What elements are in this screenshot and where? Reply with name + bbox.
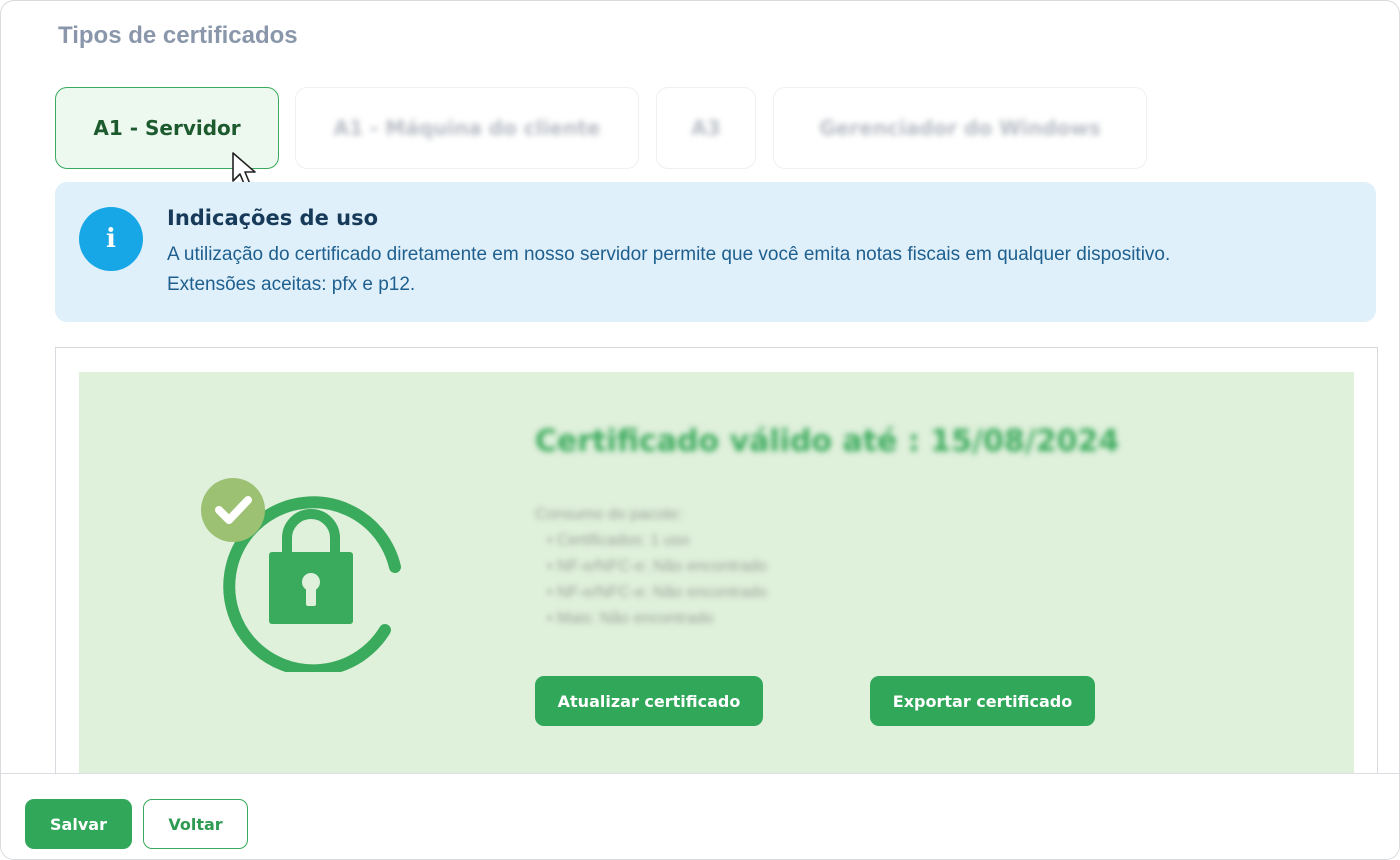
tab-label: Gerenciador do Windows [819,116,1101,140]
details-heading: Consumo do pacote: [535,506,683,523]
footer-actions: Salvar Voltar [1,773,1399,859]
info-text: A utilização do certificado diretamente … [167,240,1357,300]
update-certificate-button[interactable]: Atualizar certificado [535,676,763,726]
certificate-panel: Certificado válido até : 15/08/2024 Cons… [55,347,1378,792]
details-list: • Certificados: 1 uso • NF-e/NFC-e: Não … [535,528,895,632]
certificate-usage-details: Consumo do pacote: • Certificados: 1 uso… [535,502,895,632]
tab-label: A3 [691,116,721,140]
tab-label: A1 - Servidor [93,116,241,140]
tab-gerenciador-windows[interactable]: Gerenciador do Windows [773,87,1147,169]
section-title: Tipos de certificados [58,22,298,49]
info-title: Indicações de uso [167,206,379,230]
export-certificate-button[interactable]: Exportar certificado [870,676,1095,726]
info-icon: i [79,207,143,271]
usage-info-box: i Indicações de uso A utilização do cert… [55,182,1376,322]
save-button[interactable]: Salvar [25,799,132,849]
certificate-status-card: Certificado válido até : 15/08/2024 Cons… [79,372,1354,792]
details-item: • Mais: Não encontrado [547,610,714,627]
certificate-validity-title: Certificado válido até : 15/08/2024 [535,424,1120,459]
info-line: Extensões aceitas: pfx e p12. [167,274,416,295]
details-item: • Certificados: 1 uso [547,532,690,549]
lock-check-icon [201,478,401,672]
tab-a3[interactable]: A3 [656,87,756,169]
details-item: • NF-e/NFC-e: Não encontrado [547,558,767,575]
tab-label: A1 - Máquina do cliente [333,116,601,140]
info-line: A utilização do certificado diretamente … [167,244,1171,265]
certificate-settings-window: Tipos de certificados A1 - Servidor A1 -… [0,0,1400,860]
back-button[interactable]: Voltar [143,799,248,849]
details-item: • NF-e/NFC-e: Não encontrado [547,584,767,601]
tab-a1-maquina-cliente[interactable]: A1 - Máquina do cliente [295,87,639,169]
